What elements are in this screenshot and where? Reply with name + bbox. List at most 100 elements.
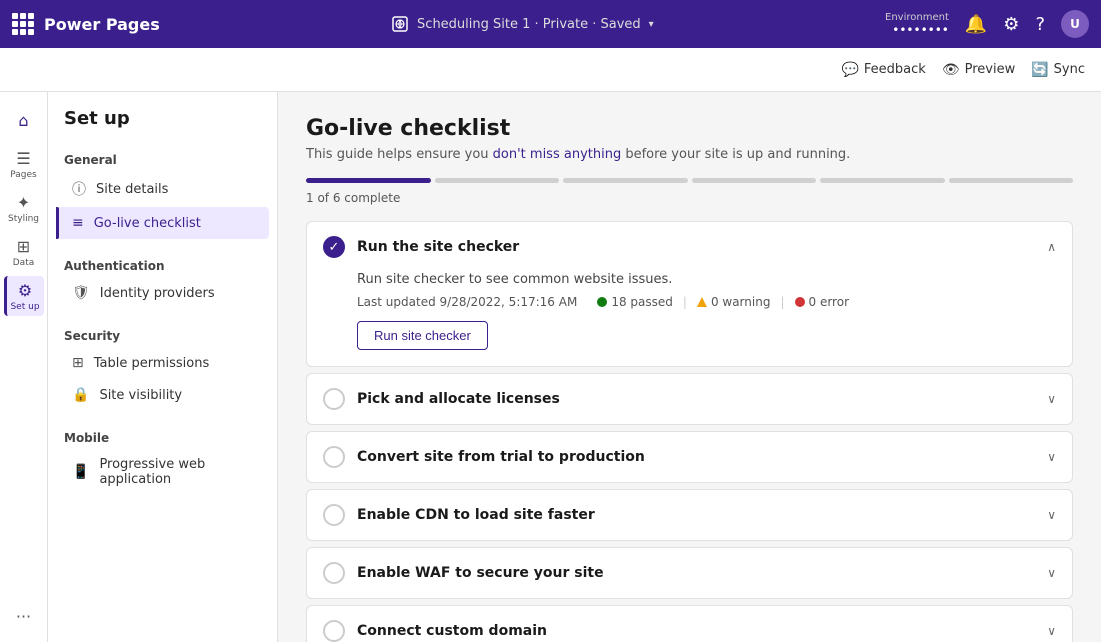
feedback-icon: 💬	[841, 62, 858, 78]
sync-button[interactable]: 🔄 Sync	[1031, 62, 1085, 78]
sidebar-item-data[interactable]: ⊞ Data	[4, 232, 44, 272]
checklist-title-1: Run the site checker	[357, 239, 1035, 255]
checklist-item-cdn: Enable CDN to load site faster ∨	[306, 489, 1073, 541]
nav-panel-title: Set up	[48, 108, 277, 145]
mobile-icon: 📱	[72, 464, 89, 480]
environment-info: Environment ••••••••	[885, 12, 949, 37]
last-updated: Last updated 9/28/2022, 5:17:16 AM	[357, 295, 577, 309]
expand-icon-4: ∨	[1047, 508, 1056, 522]
icon-sidebar: ⌂ ☰ Pages ✦ Styling ⊞ Data ⚙ Set up ···	[0, 92, 48, 642]
checklist-icon: ≡	[72, 215, 84, 231]
check-circle-5	[323, 562, 345, 584]
help-icon[interactable]: ?	[1035, 14, 1045, 35]
checklist-expanded-1: Run site checker to see common website i…	[307, 272, 1072, 366]
checklist-header-licenses[interactable]: Pick and allocate licenses ∨	[307, 374, 1072, 424]
nav-item-identity-providers[interactable]: 🛡 Identity providers	[56, 277, 269, 309]
app-name: Power Pages	[44, 15, 160, 34]
user-avatar[interactable]: U	[1061, 10, 1089, 38]
site-info: Scheduling Site 1 · Private · Saved ▾	[172, 15, 873, 33]
home-icon: ⌂	[18, 111, 28, 130]
expand-icon-6: ∨	[1047, 624, 1056, 638]
expand-icon-3: ∨	[1047, 450, 1056, 464]
checklist-title-3: Convert site from trial to production	[357, 449, 1035, 465]
passed-badge: 18 passed	[597, 295, 673, 309]
progress-track	[306, 178, 1073, 183]
checklist: ✓ Run the site checker ∧ Run site checke…	[306, 221, 1073, 642]
check-circle-6	[323, 620, 345, 642]
checklist-header-convert[interactable]: Convert site from trial to production ∨	[307, 432, 1072, 482]
expanded-desc-1: Run site checker to see common website i…	[357, 272, 1056, 287]
progress-seg-6	[949, 178, 1074, 183]
preview-button[interactable]: 👁 Preview	[942, 62, 1015, 78]
sidebar-item-home[interactable]: ⌂	[4, 100, 44, 140]
run-site-checker-button[interactable]: Run site checker	[357, 321, 488, 350]
nav-item-site-visibility[interactable]: 🔒 Site visibility	[56, 379, 269, 411]
check-circle-4	[323, 504, 345, 526]
checklist-header-waf[interactable]: Enable WAF to secure your site ∨	[307, 548, 1072, 598]
site-details-icon: ⓘ	[72, 179, 86, 199]
expand-icon-2: ∨	[1047, 392, 1056, 406]
styling-icon: ✦	[17, 193, 30, 212]
warning-triangle	[697, 297, 707, 307]
nav-item-table-permissions[interactable]: ⊞ Table permissions	[56, 347, 269, 379]
check-circle-1: ✓	[323, 236, 345, 258]
notification-icon[interactable]: 🔔	[965, 14, 987, 35]
checklist-title-6: Connect custom domain	[357, 623, 1035, 639]
expand-icon-5: ∨	[1047, 566, 1056, 580]
checklist-title-4: Enable CDN to load site faster	[357, 507, 1035, 523]
checklist-item-domain: Connect custom domain ∨	[306, 605, 1073, 642]
top-nav-actions: Environment •••••••• 🔔 ⚙ ? U	[885, 10, 1089, 38]
collapse-icon-1: ∧	[1047, 240, 1056, 254]
progress-seg-3	[563, 178, 688, 183]
progress-label: 1 of 6 complete	[306, 191, 1073, 205]
nav-panel: Set up General ⓘ Site details ≡ Go-live …	[48, 92, 278, 642]
preview-icon: 👁	[942, 62, 960, 78]
site-chevron-icon[interactable]: ▾	[649, 19, 654, 30]
feedback-button[interactable]: 💬 Feedback	[841, 62, 925, 78]
settings-icon[interactable]: ⚙	[1003, 14, 1019, 35]
check-circle-2	[323, 388, 345, 410]
setup-icon: ⚙	[18, 281, 32, 300]
nav-item-go-live-checklist[interactable]: ≡ Go-live checklist	[56, 207, 269, 239]
error-badge: 0 error	[795, 295, 850, 309]
check-circle-3	[323, 446, 345, 468]
checklist-header-run-site-checker[interactable]: ✓ Run the site checker ∧	[307, 222, 1072, 272]
visibility-icon: 🔒	[72, 387, 89, 403]
red-dot	[795, 297, 805, 307]
more-icon[interactable]: ···	[8, 599, 39, 634]
checklist-header-domain[interactable]: Connect custom domain ∨	[307, 606, 1072, 642]
page-title: Go-live checklist	[306, 116, 1073, 141]
main-layout: ⌂ ☰ Pages ✦ Styling ⊞ Data ⚙ Set up ··· …	[0, 92, 1101, 642]
nav-section-authentication: Authentication	[48, 251, 277, 277]
checklist-item-waf: Enable WAF to secure your site ∨	[306, 547, 1073, 599]
app-branding: Power Pages	[12, 13, 160, 35]
secondary-toolbar: 💬 Feedback 👁 Preview 🔄 Sync	[0, 48, 1101, 92]
nav-section-mobile: Mobile	[48, 423, 277, 449]
sidebar-item-pages[interactable]: ☰ Pages	[4, 144, 44, 184]
sidebar-item-styling[interactable]: ✦ Styling	[4, 188, 44, 228]
checklist-item-licenses: Pick and allocate licenses ∨	[306, 373, 1073, 425]
environment-label: Environment	[885, 12, 949, 23]
nav-section-security: Security	[48, 321, 277, 347]
checklist-header-cdn[interactable]: Enable CDN to load site faster ∨	[307, 490, 1072, 540]
sidebar-item-setup[interactable]: ⚙ Set up	[4, 276, 44, 316]
green-dot	[597, 297, 607, 307]
waffle-icon[interactable]	[12, 13, 34, 35]
top-navbar: Power Pages Scheduling Site 1 · Private …	[0, 0, 1101, 48]
checklist-item-convert: Convert site from trial to production ∨	[306, 431, 1073, 483]
environment-name: ••••••••	[892, 23, 949, 37]
table-perm-icon: ⊞	[72, 355, 84, 371]
progress-seg-2	[435, 178, 560, 183]
site-title[interactable]: Scheduling Site 1 · Private · Saved	[417, 17, 641, 32]
site-icon	[391, 15, 409, 33]
page-subtitle: This guide helps ensure you don't miss a…	[306, 147, 1073, 162]
sync-icon: 🔄	[1031, 62, 1048, 78]
progress-seg-4	[692, 178, 817, 183]
nav-item-progressive-web-app[interactable]: 📱 Progressive web application	[56, 449, 269, 495]
progress-seg-1	[306, 178, 431, 183]
nav-item-site-details[interactable]: ⓘ Site details	[56, 171, 269, 207]
checklist-item-run-site-checker: ✓ Run the site checker ∧ Run site checke…	[306, 221, 1073, 367]
content-area: Go-live checklist This guide helps ensur…	[278, 92, 1101, 642]
checklist-title-2: Pick and allocate licenses	[357, 391, 1035, 407]
warning-badge: 0 warning	[697, 295, 771, 309]
